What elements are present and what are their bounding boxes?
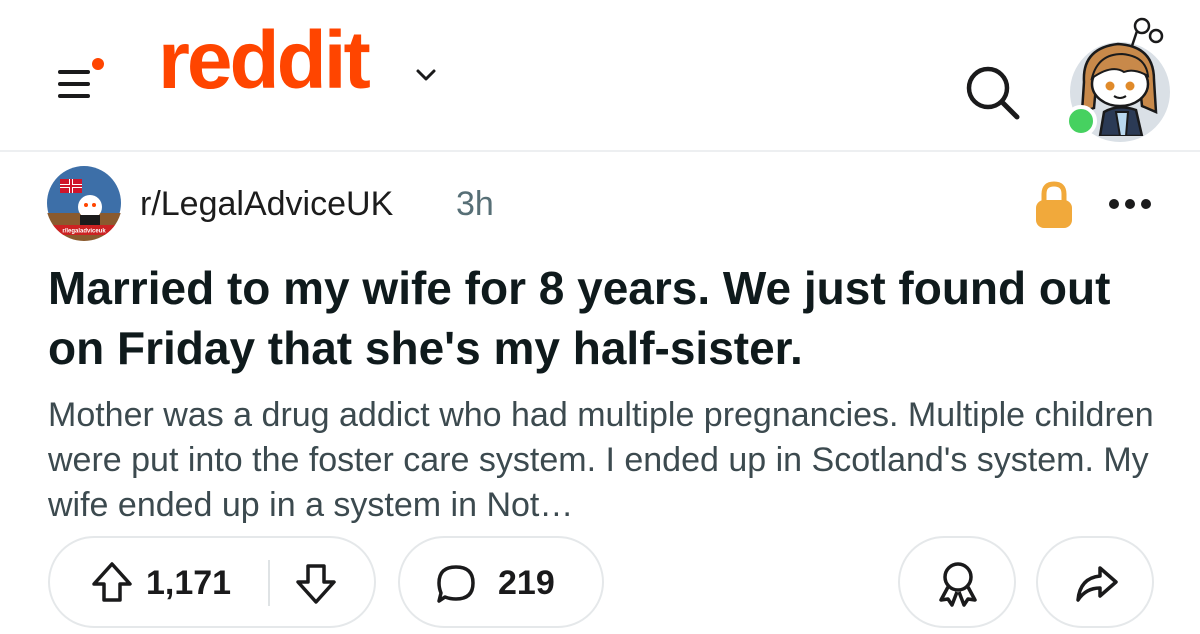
- subreddit-name-link[interactable]: r/LegalAdviceUK: [140, 184, 393, 224]
- post-body-snippet[interactable]: Mother was a drug addict who had multipl…: [48, 393, 1160, 528]
- search-icon[interactable]: [962, 62, 1022, 122]
- reddit-logo-wordmark[interactable]: reddit: [158, 20, 371, 102]
- user-avatar-button[interactable]: [1062, 16, 1172, 142]
- upvote-arrow-icon[interactable]: [90, 560, 134, 604]
- share-button[interactable]: [1036, 536, 1154, 628]
- lock-icon: [1032, 180, 1076, 230]
- comment-bubble-icon: [434, 562, 478, 606]
- hamburger-menu-icon[interactable]: [56, 58, 104, 106]
- subreddit-icon-caption: r/legaladviceuk: [62, 229, 106, 235]
- comments-button[interactable]: 219: [398, 536, 604, 628]
- post-title[interactable]: Married to my wife for 8 years. We just …: [48, 258, 1158, 378]
- subreddit-icon[interactable]: r/legaladviceuk: [46, 165, 122, 241]
- award-button[interactable]: [898, 536, 1016, 628]
- comment-count: 219: [498, 564, 555, 602]
- chevron-down-icon[interactable]: [413, 62, 439, 88]
- top-app-bar: reddit: [0, 0, 1200, 152]
- vote-divider: [268, 560, 270, 606]
- more-options-icon[interactable]: [1106, 196, 1154, 212]
- downvote-arrow-icon[interactable]: [294, 562, 338, 606]
- post-timestamp: 3h: [456, 185, 494, 223]
- award-icon: [935, 560, 981, 608]
- share-arrow-icon: [1074, 562, 1120, 606]
- vote-bar: 1,171: [48, 536, 376, 628]
- upvote-count: 1,171: [146, 564, 232, 602]
- online-status-indicator: [1065, 105, 1097, 137]
